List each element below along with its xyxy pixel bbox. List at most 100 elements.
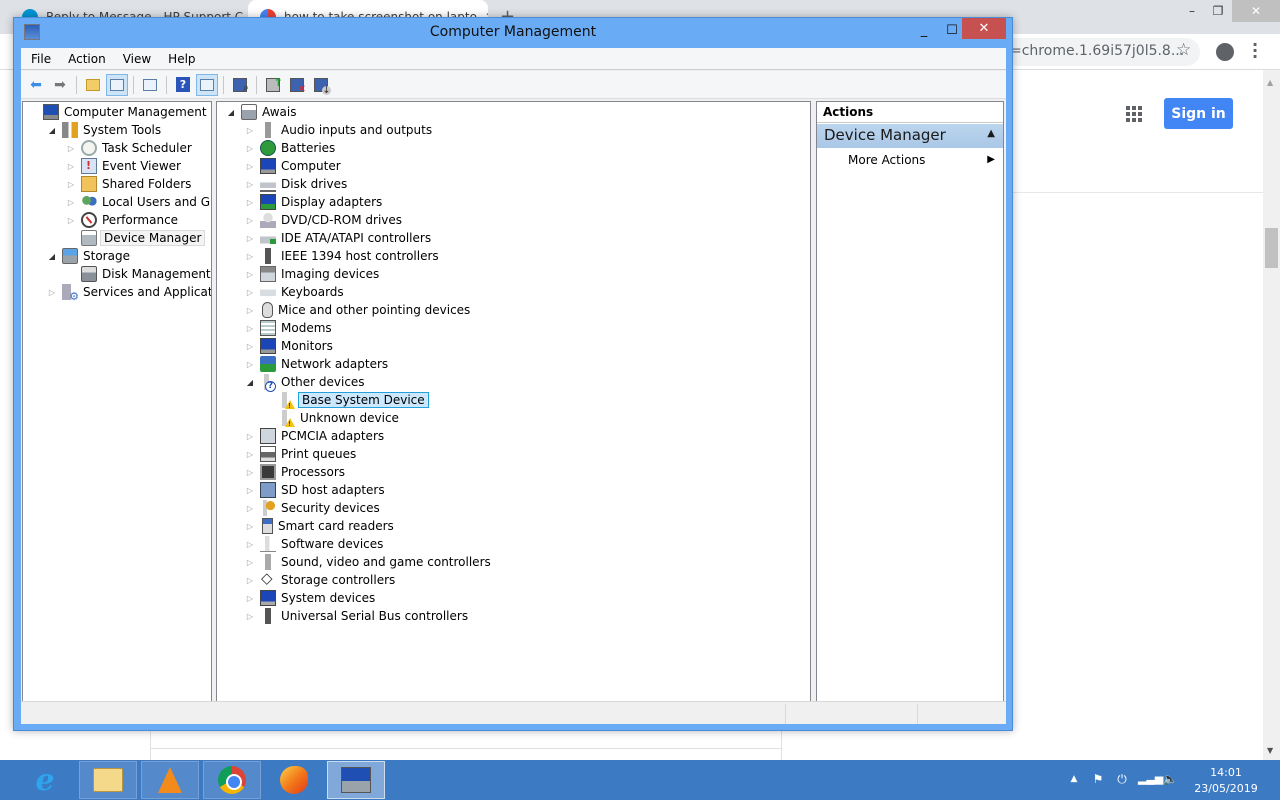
back-button[interactable]: ⬅ [25,74,47,96]
tree-item-disk-drives[interactable]: ▷ Disk drives [244,175,349,193]
expand-arrow-icon[interactable]: ▷ [244,576,256,585]
taskbar-chrome[interactable] [203,761,261,799]
expand-arrow-icon[interactable]: ▷ [244,144,256,153]
disable-device-button[interactable] [310,74,332,96]
expand-arrow-icon[interactable]: ▷ [244,324,256,333]
title-bar[interactable]: Computer Management _ ☐ ✕ [14,18,1012,48]
collapse-icon[interactable]: ▲ [987,128,995,139]
expand-arrow-icon[interactable]: ▷ [244,126,256,135]
tree-item-event-viewer[interactable]: ▷ Event Viewer [65,157,183,175]
tree-item-computer[interactable]: ▷ Computer [244,157,343,175]
menu-action[interactable]: Action [58,52,113,66]
tree-item-base-system-device[interactable]: Base System Device [263,391,429,409]
scan-hardware-button[interactable] [229,74,251,96]
update-driver-button[interactable] [262,74,284,96]
tree-item-computer-management-local[interactable]: Computer Management (Local) [27,103,211,121]
expand-arrow-icon[interactable]: ▷ [65,180,77,189]
account-icon[interactable] [1216,43,1234,61]
tree-item-imaging-devices[interactable]: ▷ Imaging devices [244,265,381,283]
expand-arrow-icon[interactable]: ▷ [244,216,256,225]
tree-item-sd-host-adapters[interactable]: ▷ SD host adapters [244,481,387,499]
tree-item-shared-folders[interactable]: ▷ Shared Folders [65,175,193,193]
expand-arrow-icon[interactable]: ▷ [244,234,256,243]
tree-item-network-adapters[interactable]: ▷ Network adapters [244,355,390,373]
tree-item-ieee-1394-host-controllers[interactable]: ▷ IEEE 1394 host controllers [244,247,441,265]
network-signal-icon[interactable]: ▂▃▅ [1138,772,1163,788]
browser-close-button[interactable]: ✕ [1232,0,1280,22]
show-hide-console-tree-button[interactable] [106,73,128,96]
taskbar-browser-app[interactable] [265,761,323,799]
expand-arrow-icon[interactable]: ▷ [244,162,256,171]
collapse-arrow-icon[interactable]: ◢ [244,378,256,387]
show-hidden-icons-button[interactable]: ▲ [1066,774,1082,790]
taskbar-internet-explorer[interactable]: e [16,761,74,799]
tree-item-software-devices[interactable]: ▷ Software devices [244,535,385,553]
properties-button[interactable] [139,74,161,96]
tree-item-monitors[interactable]: ▷ Monitors [244,337,335,355]
tree-item-services-and-applications[interactable]: ▷ Services and Applications [46,283,211,303]
expand-arrow-icon[interactable]: ▷ [244,504,256,513]
tree-item-audio-inputs-and-outputs[interactable]: ▷ Audio inputs and outputs [244,121,434,139]
tree-item-display-adapters[interactable]: ▷ Display adapters [244,193,384,211]
more-actions-item[interactable]: More Actions ▶ [817,150,1003,170]
tree-item-dvd-cd-rom-drives[interactable]: ▷ DVD/CD-ROM drives [244,211,404,229]
menu-file[interactable]: File [21,52,58,66]
tree-item-print-queues[interactable]: ▷ Print queues [244,445,358,463]
tree-item-disk-management[interactable]: Disk Management [65,265,211,283]
tree-item-unknown-device[interactable]: Unknown device [263,409,401,427]
expand-arrow-icon[interactable]: ▷ [244,306,256,315]
expand-arrow-icon[interactable]: ▷ [244,198,256,207]
tree-item-processors[interactable]: ▷ Processors [244,463,347,481]
tree-item-universal-serial-bus-controllers[interactable]: ▷ Universal Serial Bus controllers [244,607,470,625]
expand-arrow-icon[interactable]: ▷ [244,594,256,603]
browser-restore-button[interactable]: ❐ [1206,0,1230,22]
expand-arrow-icon[interactable]: ▷ [244,468,256,477]
tree-item-ide-ata-atapi-controllers[interactable]: ▷ IDE ATA/ATAPI controllers [244,229,433,247]
tree-item-smart-card-readers[interactable]: ▷ Smart card readers [244,517,396,535]
action-center-flag-icon[interactable]: ⚑ [1090,772,1106,788]
tree-item-security-devices[interactable]: ▷ Security devices [244,499,382,517]
uninstall-device-button[interactable] [286,74,308,96]
tree-item-storage-controllers[interactable]: ▷ Storage controllers [244,569,397,589]
tree-item-task-scheduler[interactable]: ▷ Task Scheduler [65,139,194,157]
close-button[interactable]: ✕ [962,18,1006,39]
browser-minimize-button[interactable]: – [1180,0,1204,22]
forward-button[interactable]: ➡ [49,74,71,96]
help-button[interactable]: ? [172,74,194,96]
tree-item-awais[interactable]: ◢ Awais [225,103,298,121]
scroll-up-icon[interactable]: ▲ [1267,78,1273,87]
menu-view[interactable]: View [113,52,158,66]
sign-in-button[interactable]: Sign in [1164,98,1233,129]
expand-arrow-icon[interactable]: ▷ [244,450,256,459]
system-clock[interactable]: 14:01 23/05/2019 [1186,765,1266,797]
collapse-arrow-icon[interactable]: ◢ [46,126,58,135]
menu-help[interactable]: Help [158,52,202,66]
expand-arrow-icon[interactable]: ▷ [65,216,77,225]
expand-arrow-icon[interactable]: ▷ [244,486,256,495]
tree-item-batteries[interactable]: ▷ Batteries [244,139,337,157]
expand-arrow-icon[interactable]: ▷ [244,342,256,351]
expand-arrow-icon[interactable]: ▷ [244,288,256,297]
google-apps-icon[interactable] [1126,106,1142,122]
expand-arrow-icon[interactable]: ▷ [65,162,77,171]
tree-item-sound-video-and-game-controllers[interactable]: ▷ Sound, video and game controllers [244,553,493,571]
expand-arrow-icon[interactable]: ▷ [244,252,256,261]
expand-arrow-icon[interactable]: ▷ [244,270,256,279]
tree-item-system-tools[interactable]: ◢ System Tools [46,121,163,139]
up-one-level-button[interactable] [82,74,104,96]
expand-arrow-icon[interactable]: ▷ [244,612,256,621]
tree-item-keyboards[interactable]: ▷ Keyboards [244,283,346,301]
tree-item-system-devices[interactable]: ▷ System devices [244,589,377,607]
expand-arrow-icon[interactable]: ▷ [46,288,58,297]
tree-item-performance[interactable]: ▷ Performance [65,211,180,229]
expand-arrow-icon[interactable]: ▷ [244,522,256,531]
tree-item-storage[interactable]: ◢ Storage [46,247,132,265]
scroll-down-icon[interactable]: ▼ [1267,746,1273,755]
taskbar-vlc[interactable] [141,761,199,799]
actions-section-device-manager[interactable]: Device Manager ▲ [817,124,1003,148]
expand-arrow-icon[interactable]: ▷ [244,180,256,189]
collapse-arrow-icon[interactable]: ◢ [225,108,237,117]
expand-arrow-icon[interactable]: ▷ [65,198,77,207]
power-icon[interactable]: ⏻ [1114,772,1130,788]
taskbar-computer-management[interactable] [327,761,385,799]
